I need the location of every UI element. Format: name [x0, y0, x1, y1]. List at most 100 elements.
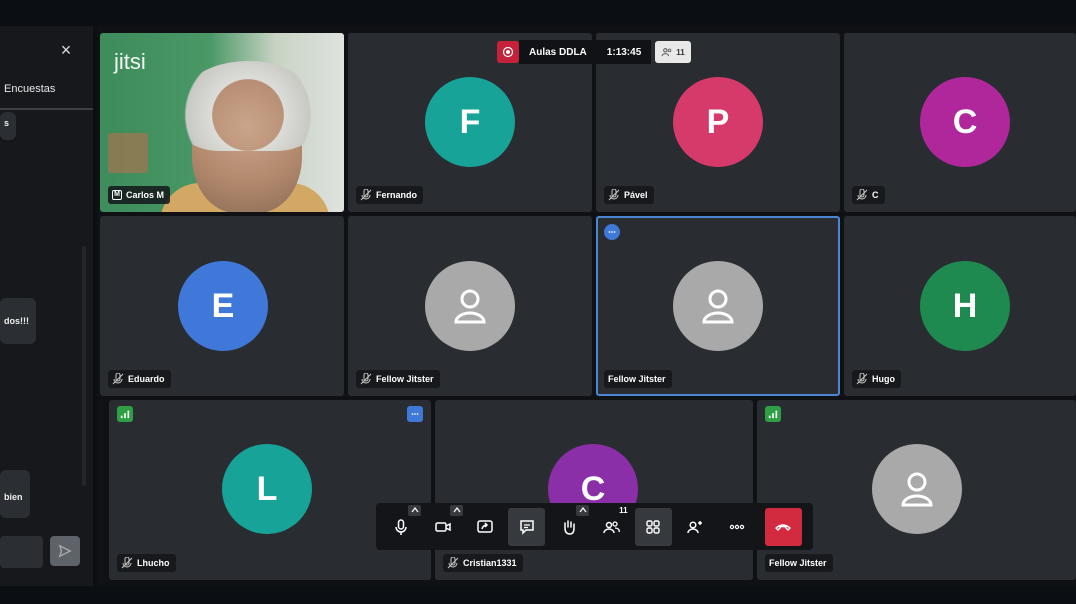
participant-name-tag: Pável — [604, 186, 654, 204]
invite-button[interactable] — [677, 508, 714, 546]
mic-muted-icon — [360, 373, 372, 385]
participants-icon — [661, 48, 672, 57]
avatar-initial: C — [952, 102, 978, 141]
participant-name: Cristian1331 — [463, 558, 517, 568]
avatar: L — [222, 444, 312, 534]
avatar: E — [178, 261, 268, 351]
camera-button[interactable] — [424, 504, 464, 546]
microphone-button[interactable] — [382, 504, 422, 546]
meeting-title: Aulas DDLA — [519, 40, 597, 64]
participant-name: Eduardo — [128, 374, 165, 384]
chat-icon — [520, 519, 534, 535]
raise-hand-button[interactable] — [550, 504, 590, 546]
participants-icon — [603, 520, 620, 533]
video-tile[interactable]: C Cristian1331 — [435, 400, 753, 580]
raise-hand-icon — [564, 519, 575, 535]
connection-good-icon — [117, 406, 133, 422]
participant-name-tag: Hugo — [852, 370, 901, 388]
video-stage: jitsi M Carlos M F Fernando P Pável C C … — [97, 26, 1076, 586]
avatar-initial: L — [256, 469, 278, 508]
share-screen-button[interactable] — [466, 508, 503, 546]
video-tile[interactable]: Fellow Jitster — [348, 216, 592, 396]
record-icon — [502, 46, 514, 58]
participant-name: Lhucho — [137, 558, 170, 568]
default-user-icon — [702, 289, 734, 324]
chat-button[interactable] — [508, 507, 546, 546]
video-tile[interactable]: L Lhucho — [109, 400, 431, 580]
participant-name-tag: C — [852, 186, 885, 204]
meeting-info-bar: Aulas DDLA 1:13:45 11 — [497, 40, 691, 64]
meeting-timer: 1:13:45 — [596, 40, 652, 64]
participant-name-tag: Fellow Jitster — [356, 370, 440, 388]
camera-icon — [434, 521, 451, 532]
chat-scrollbar[interactable] — [82, 246, 86, 486]
send-button[interactable] — [50, 536, 80, 566]
microphone-options-button[interactable] — [408, 504, 422, 516]
more-options-icon[interactable] — [407, 406, 423, 422]
avatar: F — [425, 77, 515, 167]
avatar: P — [673, 77, 763, 167]
avatar — [872, 444, 962, 534]
video-tile-camera[interactable]: jitsi M Carlos M — [100, 33, 344, 212]
participant-name: Fellow Jitster — [769, 558, 827, 568]
video-tile-active-speaker[interactable]: Fellow Jitster — [596, 216, 840, 396]
participants-count-badge: 11 — [619, 505, 628, 515]
tile-view-button[interactable] — [634, 507, 672, 546]
participant-name-tag: Fernando — [356, 186, 424, 204]
chat-message: dos!!! — [0, 298, 36, 344]
participant-name-tag: M Carlos M — [108, 186, 171, 204]
avatar: C — [920, 77, 1010, 167]
chevron-up-icon — [411, 507, 419, 513]
avatar-initial: F — [459, 102, 481, 141]
mic-muted-icon — [447, 557, 459, 569]
recording-indicator — [497, 41, 519, 63]
participants-button[interactable]: 11 — [592, 505, 629, 546]
participant-name: C — [872, 190, 879, 200]
video-tile[interactable]: C C — [844, 33, 1076, 212]
participant-hair — [178, 61, 318, 151]
moderator-icon: M — [112, 190, 122, 200]
participant-name-tag: Eduardo — [108, 370, 171, 388]
participant-name: Pável — [624, 190, 648, 200]
send-icon — [58, 544, 72, 558]
microphone-icon — [394, 518, 407, 535]
participant-name: Fernando — [376, 190, 418, 200]
status-indicator-icon — [604, 224, 620, 240]
hangup-icon — [775, 523, 792, 531]
background-object — [108, 133, 148, 173]
jitsi-logo: jitsi — [114, 49, 146, 74]
chat-message: bien — [0, 470, 30, 518]
mic-muted-icon — [608, 189, 620, 201]
close-chat-button[interactable]: × — [56, 40, 76, 60]
participant-name-tag: Lhucho — [117, 554, 176, 572]
mic-muted-icon — [856, 373, 868, 385]
video-tile[interactable]: E Eduardo — [100, 216, 344, 396]
chat-panel: × Encuestas s dos!!! bien — [0, 26, 93, 586]
camera-options-button[interactable] — [450, 504, 464, 516]
avatar — [673, 261, 763, 351]
avatar-initial: H — [952, 286, 978, 325]
participant-name: Fellow Jitster — [376, 374, 434, 384]
reactions-options-button[interactable] — [576, 504, 590, 516]
chat-message-input[interactable] — [0, 536, 43, 568]
chevron-up-icon — [453, 507, 461, 513]
avatar: H — [920, 261, 1010, 351]
tile-view-icon — [646, 519, 660, 534]
share-screen-icon — [476, 519, 493, 533]
avatar-initial: P — [706, 102, 730, 141]
tab-polls[interactable]: Encuestas — [4, 83, 55, 95]
participant-count: 11 — [676, 47, 685, 57]
chevron-up-icon — [579, 507, 587, 513]
meeting-toolbar: 11 — [376, 503, 813, 550]
hangup-button[interactable] — [764, 507, 802, 546]
tab-divider — [0, 108, 93, 110]
video-tile[interactable]: H Hugo — [844, 216, 1076, 396]
video-tile[interactable]: Fellow Jitster — [757, 400, 1076, 580]
participant-count-badge[interactable]: 11 — [655, 41, 691, 63]
participant-name: Fellow Jitster — [608, 374, 666, 384]
default-user-icon — [454, 289, 486, 324]
more-actions-button[interactable] — [719, 508, 756, 546]
add-user-icon — [687, 520, 703, 533]
participant-name-tag: Fellow Jitster — [765, 554, 833, 572]
participant-name-tag: Cristian1331 — [443, 554, 523, 572]
